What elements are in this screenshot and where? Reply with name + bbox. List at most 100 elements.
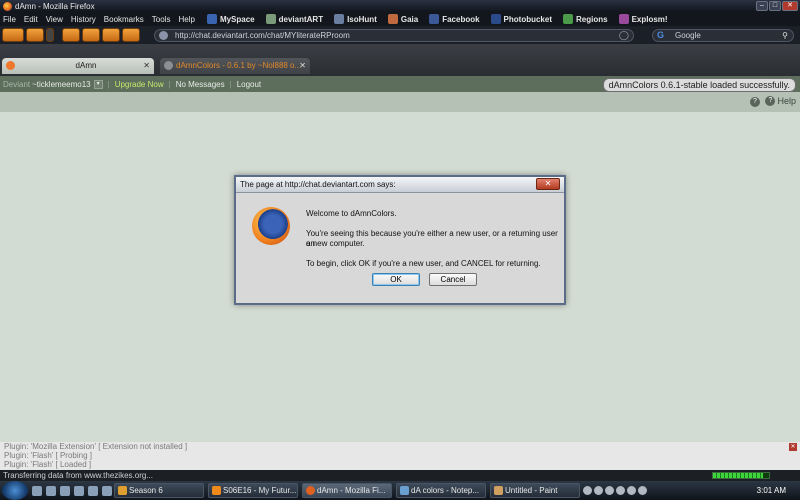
dialog-message-4: To begin, click OK if you're a new user,… [306, 259, 541, 268]
quicklaunch-icon[interactable] [102, 485, 112, 496]
plugin-line: Plugin: 'Flash' [ Loaded ] [4, 460, 92, 469]
firefox-icon [3, 1, 12, 11]
paint-icon [494, 486, 503, 495]
tab-close-icon[interactable]: ✕ [299, 58, 306, 74]
help-icon: ? [765, 96, 776, 106]
menu-history[interactable]: History [71, 15, 96, 24]
search-input[interactable]: G Google ⚲ [652, 29, 794, 42]
dialog-title: The page at http://chat.deviantart.com s… [236, 177, 564, 193]
quicklaunch-icon[interactable] [74, 485, 84, 496]
help-bar: ? ? Help [0, 92, 800, 112]
tab-favicon [6, 61, 15, 70]
bookmark-isohunt[interactable]: IsoHunt [334, 14, 377, 24]
menu-view[interactable]: View [46, 15, 63, 24]
tab-favicon [164, 61, 173, 70]
isohunt-icon [334, 14, 345, 24]
deviant-label: Deviant [3, 79, 31, 89]
help-link[interactable]: ? Help [765, 96, 796, 106]
dialog-message-3: a new computer. [306, 239, 365, 248]
firefox-logo-icon [252, 207, 290, 245]
close-button[interactable]: ✕ [782, 1, 798, 11]
media-prev-icon[interactable] [583, 486, 592, 495]
quicklaunch-icon[interactable] [88, 485, 98, 496]
globe-icon [159, 31, 168, 40]
notice-toast: dAmnColors 0.6.1-stable loaded successfu… [602, 78, 796, 92]
dialog-close-button[interactable]: ✕ [536, 178, 560, 190]
media-next-icon[interactable] [605, 486, 614, 495]
bookmark-deviantart[interactable]: deviantART [265, 14, 323, 24]
bookmark-explosm[interactable]: Explosm! [618, 14, 668, 24]
minimize-button[interactable]: – [756, 1, 768, 11]
menu-bookmarks[interactable]: Bookmarks [104, 15, 144, 24]
clock[interactable]: 3:01 AM [757, 486, 786, 495]
system-tray [583, 483, 647, 498]
settings-icon[interactable]: ? [750, 97, 760, 107]
start-button[interactable] [2, 481, 28, 500]
quicklaunch-icon[interactable] [32, 485, 42, 496]
loading-progress [712, 472, 770, 479]
menu-help[interactable]: Help [178, 15, 194, 24]
window-title: dAmn - Mozilla Firefox [15, 1, 95, 11]
star-icon[interactable]: ◯ [619, 30, 629, 41]
url-text: http://chat.deviantart.com/chat/MYlitera… [175, 31, 350, 40]
forward-button[interactable] [26, 28, 44, 42]
taskbar-item[interactable]: Season 6 [114, 483, 204, 498]
notepad-icon [400, 486, 409, 495]
username-link[interactable]: ~ticklemeemo13 [32, 80, 90, 89]
url-bar[interactable]: http://chat.deviantart.com/chat/MYlitera… [154, 29, 634, 42]
upgrade-link[interactable]: Upgrade Now [115, 80, 164, 89]
deviantart-icon [265, 14, 276, 24]
status-bar: Transferring data from www.thezikes.org.… [0, 470, 800, 481]
reload-button[interactable] [62, 28, 80, 42]
ok-button[interactable]: OK [372, 273, 420, 286]
plugin-close-icon[interactable]: ✕ [789, 443, 797, 451]
home-button[interactable] [102, 28, 120, 42]
search-placeholder: Google [675, 31, 701, 40]
tab-close-icon[interactable]: ✕ [143, 58, 150, 74]
taskbar-item[interactable]: Untitled - Paint [490, 483, 580, 498]
bookmark-button[interactable] [122, 28, 140, 42]
regions-icon [563, 14, 573, 24]
back-button[interactable] [2, 28, 24, 42]
explosm-icon [618, 14, 629, 24]
volume-icon[interactable] [616, 486, 625, 495]
taskbar-item[interactable]: dAmn - Mozilla Fi... [302, 483, 392, 498]
taskbar-item[interactable]: S06E16 - My Futur... [208, 483, 298, 498]
media-play-icon[interactable] [594, 486, 603, 495]
menu-edit[interactable]: Edit [24, 15, 38, 24]
photobucket-icon [490, 14, 501, 24]
stop-button[interactable] [82, 28, 100, 42]
tab-damncolors[interactable]: dAmnColors - 0.6.1 by ~Nol888 o... ✕ [160, 58, 310, 74]
menu-file[interactable]: File [3, 15, 16, 24]
maximize-button[interactable]: □ [769, 1, 781, 11]
bookmark-photobucket[interactable]: Photobucket [490, 14, 552, 24]
cancel-button[interactable]: Cancel [429, 273, 477, 286]
bookmark-myspace[interactable]: MySpace [206, 14, 255, 24]
bookmark-gaia[interactable]: Gaia [387, 14, 418, 24]
tab-damn[interactable]: dAmn ✕ [2, 58, 154, 74]
network-icon[interactable] [627, 486, 636, 495]
bookmark-facebook[interactable]: Facebook [429, 14, 480, 24]
title-bar: dAmn - Mozilla Firefox – □ ✕ [0, 0, 800, 12]
vlc-icon [212, 486, 221, 495]
facebook-icon [429, 14, 440, 24]
bookmark-regions[interactable]: Regions [563, 14, 608, 24]
status-text: Transferring data from www.thezikes.org.… [3, 471, 153, 480]
search-icon[interactable]: ⚲ [782, 30, 788, 41]
logout-link[interactable]: Logout [237, 80, 261, 89]
navigation-toolbar: http://chat.deviantart.com/chat/MYlitera… [0, 26, 800, 44]
firefox-icon [306, 486, 315, 495]
tray-app-icon[interactable] [638, 486, 647, 495]
menu-tools[interactable]: Tools [152, 15, 171, 24]
google-icon: G [657, 30, 665, 40]
plugin-line: Plugin: 'Mozilla Extension' [ Extension … [4, 442, 188, 451]
messages-link[interactable]: No Messages [176, 80, 225, 89]
quicklaunch-icon[interactable] [60, 485, 70, 496]
quicklaunch-icon[interactable] [46, 485, 56, 496]
plugin-line: Plugin: 'Flash' [ Probing ] [4, 451, 92, 460]
window-controls: – □ ✕ [756, 1, 798, 11]
menu-bar: File Edit View History Bookmarks Tools H… [0, 12, 800, 26]
user-dropdown-icon[interactable]: ▾ [93, 79, 103, 89]
taskbar-item[interactable]: dA colors - Notep... [396, 483, 486, 498]
dropdown-button[interactable] [46, 28, 54, 42]
